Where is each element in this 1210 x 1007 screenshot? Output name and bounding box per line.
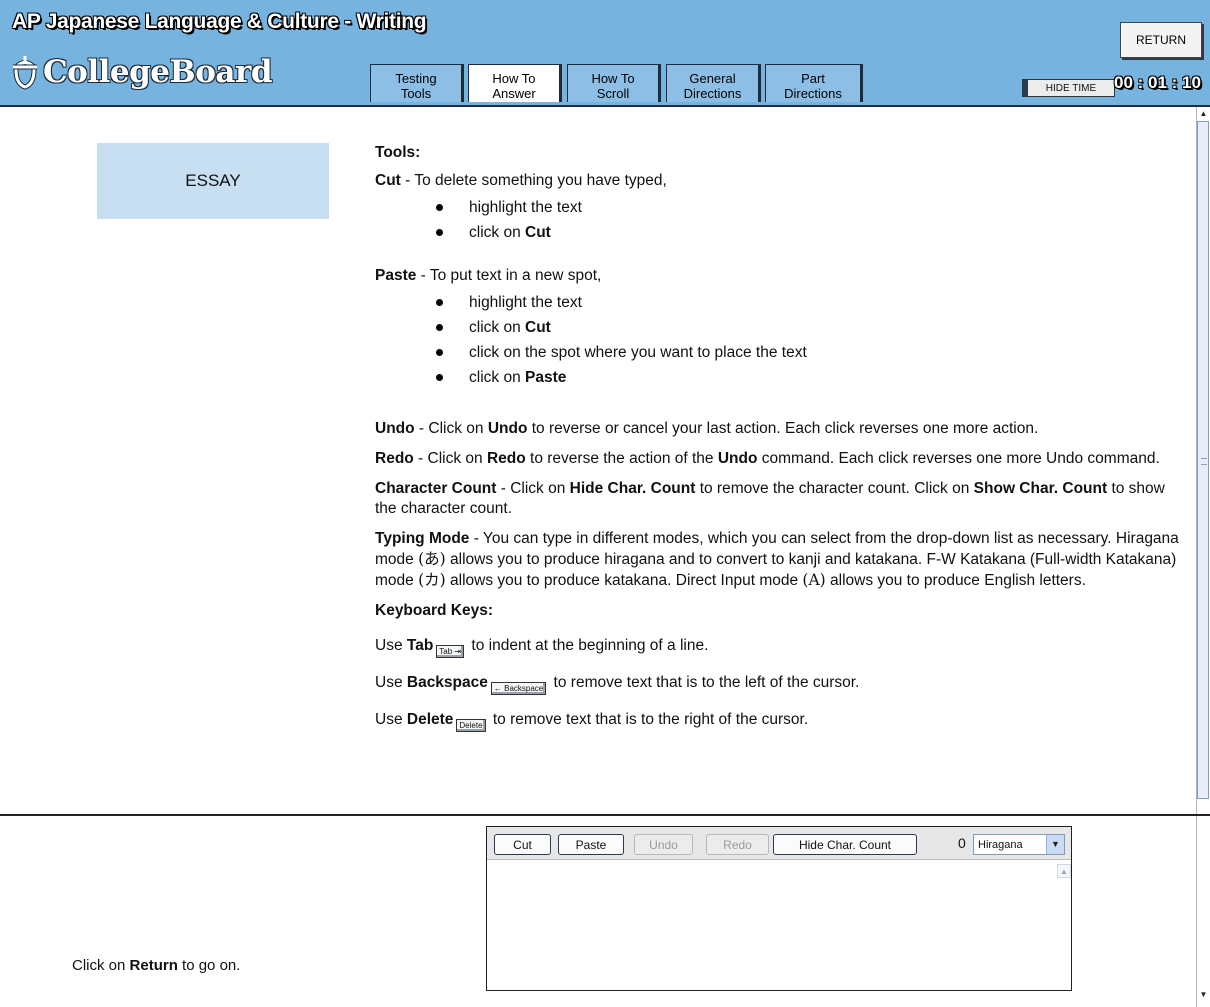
tools-heading: Tools: [375,144,421,161]
tab-label-line1: General [689,70,736,86]
list-item: click on Cut [375,220,1180,245]
header-bar: AP Japanese Language & Culture - Writing… [0,0,1210,107]
editor-scroll-up-icon[interactable]: ▲ [1057,864,1071,878]
cut-description: Cut - To delete something you have typed… [375,172,667,189]
delete-key-description: Use Delete Delete to remove text that is … [375,711,809,732]
directions-panel: ESSAY Tools: Cut - To delete something y… [0,107,1196,814]
tab-how-to-answer[interactable]: How To Answer [468,64,562,102]
paste-button[interactable]: Paste [558,834,624,855]
backspace-key-description: Use Backspace ← Backspace to remove text … [375,674,860,695]
essay-editor: Cut Paste Undo Redo Hide Char. Count 0 H… [486,826,1072,991]
redo-button[interactable]: Redo [706,834,769,855]
acorn-icon [13,56,37,90]
cut-steps: highlight the text click on Cut [375,195,1180,245]
instructions-text: Tools: Cut - To delete something you hav… [375,143,1180,732]
list-item: click on Paste [375,365,1180,390]
backspace-key-icon: ← Backspace [490,682,547,695]
tab-label-line1: How To [492,70,536,86]
tab-label-line2: Directions [784,85,842,101]
tab-label-line1: Part [801,70,825,86]
tab-key-description: Use Tab Tab ⇥ to indent at the beginning … [375,637,709,658]
tab-label-line2: Answer [492,85,536,101]
logo-wordmark: CollegeBoard [43,54,273,90]
undo-button[interactable]: Undo [634,834,693,855]
cut-button[interactable]: Cut [494,834,551,855]
scroll-up-arrow-icon[interactable]: ▲ [1197,107,1210,121]
tab-testing-tools[interactable]: Testing Tools [370,64,464,102]
scroll-down-arrow-icon[interactable]: ▼ [1197,988,1210,1002]
char-count-description: Character Count - Click on Hide Char. Co… [375,480,1165,517]
content-scrollbar[interactable]: ▲ [1196,107,1210,814]
tab-key-icon: Tab ⇥ [436,645,465,658]
paste-steps: highlight the text click on Cut click on… [375,290,1180,390]
collegeboard-logo: CollegeBoard [10,52,273,92]
tab-label-line2: Directions [683,85,742,101]
tab-how-to-scroll[interactable]: How To Scroll [567,64,661,102]
editor-toolbar: Cut Paste Undo Redo Hide Char. Count 0 H… [487,827,1071,860]
return-instruction: Click on Return to go on. [72,957,241,974]
return-button[interactable]: RETURN [1120,22,1202,58]
list-item: click on Cut [375,315,1180,340]
list-item: highlight the text [375,290,1180,315]
typing-mode-value: Hiragana [978,838,1023,851]
undo-description: Undo - Click on Undo to reverse or cance… [375,420,1039,437]
delete-key-icon: Delete [456,719,486,732]
list-item: highlight the text [375,195,1180,220]
tab-part-directions[interactable]: Part Directions [765,64,863,102]
tab-label-line1: Testing [395,70,437,86]
timer: 00 : 01 : 10 [1114,73,1201,92]
tab-label-line2: Scroll [596,85,630,101]
paste-description: Paste - To put text in a new spot, [375,267,602,284]
section-divider [0,814,1210,816]
hide-char-count-button[interactable]: Hide Char. Count [773,834,917,855]
chevron-down-icon[interactable]: ▼ [1046,835,1064,854]
bottom-scrollbar[interactable]: ▼ [1196,816,1210,1007]
keyboard-keys-heading: Keyboard Keys: [375,602,494,619]
essay-textarea[interactable] [487,860,1069,989]
hide-time-button[interactable]: HIDE TIME [1022,79,1115,97]
tab-label-line2: Tools [400,85,432,101]
scrollbar-grip [1201,458,1207,465]
redo-description: Redo - Click on Redo to reverse the acti… [375,450,1160,467]
typing-mode-description: Typing Mode - You can type in different … [375,530,1179,589]
section-label: ESSAY [97,143,329,219]
scrollbar-thumb[interactable] [1197,121,1209,799]
tab-general-directions[interactable]: General Directions [666,64,761,102]
typing-mode-select[interactable]: Hiragana ▼ [973,834,1065,855]
app-title: AP Japanese Language & Culture - Writing [12,10,427,33]
list-item: click on the spot where you want to plac… [375,340,1180,365]
character-count: 0 [958,835,966,851]
tab-label-line1: How To [591,70,635,86]
